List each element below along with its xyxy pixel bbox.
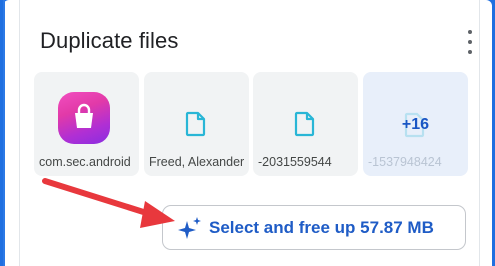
more-files-count: +16 xyxy=(401,116,430,133)
galaxy-store-app-icon xyxy=(58,92,110,144)
file-thumbnail-app[interactable]: com.sec.android xyxy=(34,72,139,176)
card-title: Duplicate files xyxy=(40,28,179,53)
file-label: com.sec.android xyxy=(39,155,131,169)
card-header: Duplicate files xyxy=(40,28,178,54)
file-thumbnail-more[interactable]: +16 -1537948424 xyxy=(363,72,468,176)
app-frame: Duplicate files com.sec.android Freed, A… xyxy=(3,0,492,266)
document-icon xyxy=(294,111,315,137)
select-and-free-up-button[interactable]: Select and free up 57.87 MB xyxy=(162,205,466,250)
side-edge xyxy=(3,0,5,266)
file-thumbnails: com.sec.android Freed, Alexander -203155… xyxy=(34,72,468,176)
document-icon xyxy=(185,111,206,137)
file-label: -1537948424 xyxy=(368,155,442,169)
file-thumbnail-doc[interactable]: -2031559544 xyxy=(253,72,358,176)
action-button-label: Select and free up 57.87 MB xyxy=(209,217,434,237)
file-thumbnail-doc[interactable]: Freed, Alexander xyxy=(144,72,249,176)
file-label: Freed, Alexander xyxy=(149,155,245,169)
red-arrow-icon xyxy=(42,178,175,228)
more-vert-icon[interactable] xyxy=(465,30,475,54)
file-label: -2031559544 xyxy=(258,155,332,169)
